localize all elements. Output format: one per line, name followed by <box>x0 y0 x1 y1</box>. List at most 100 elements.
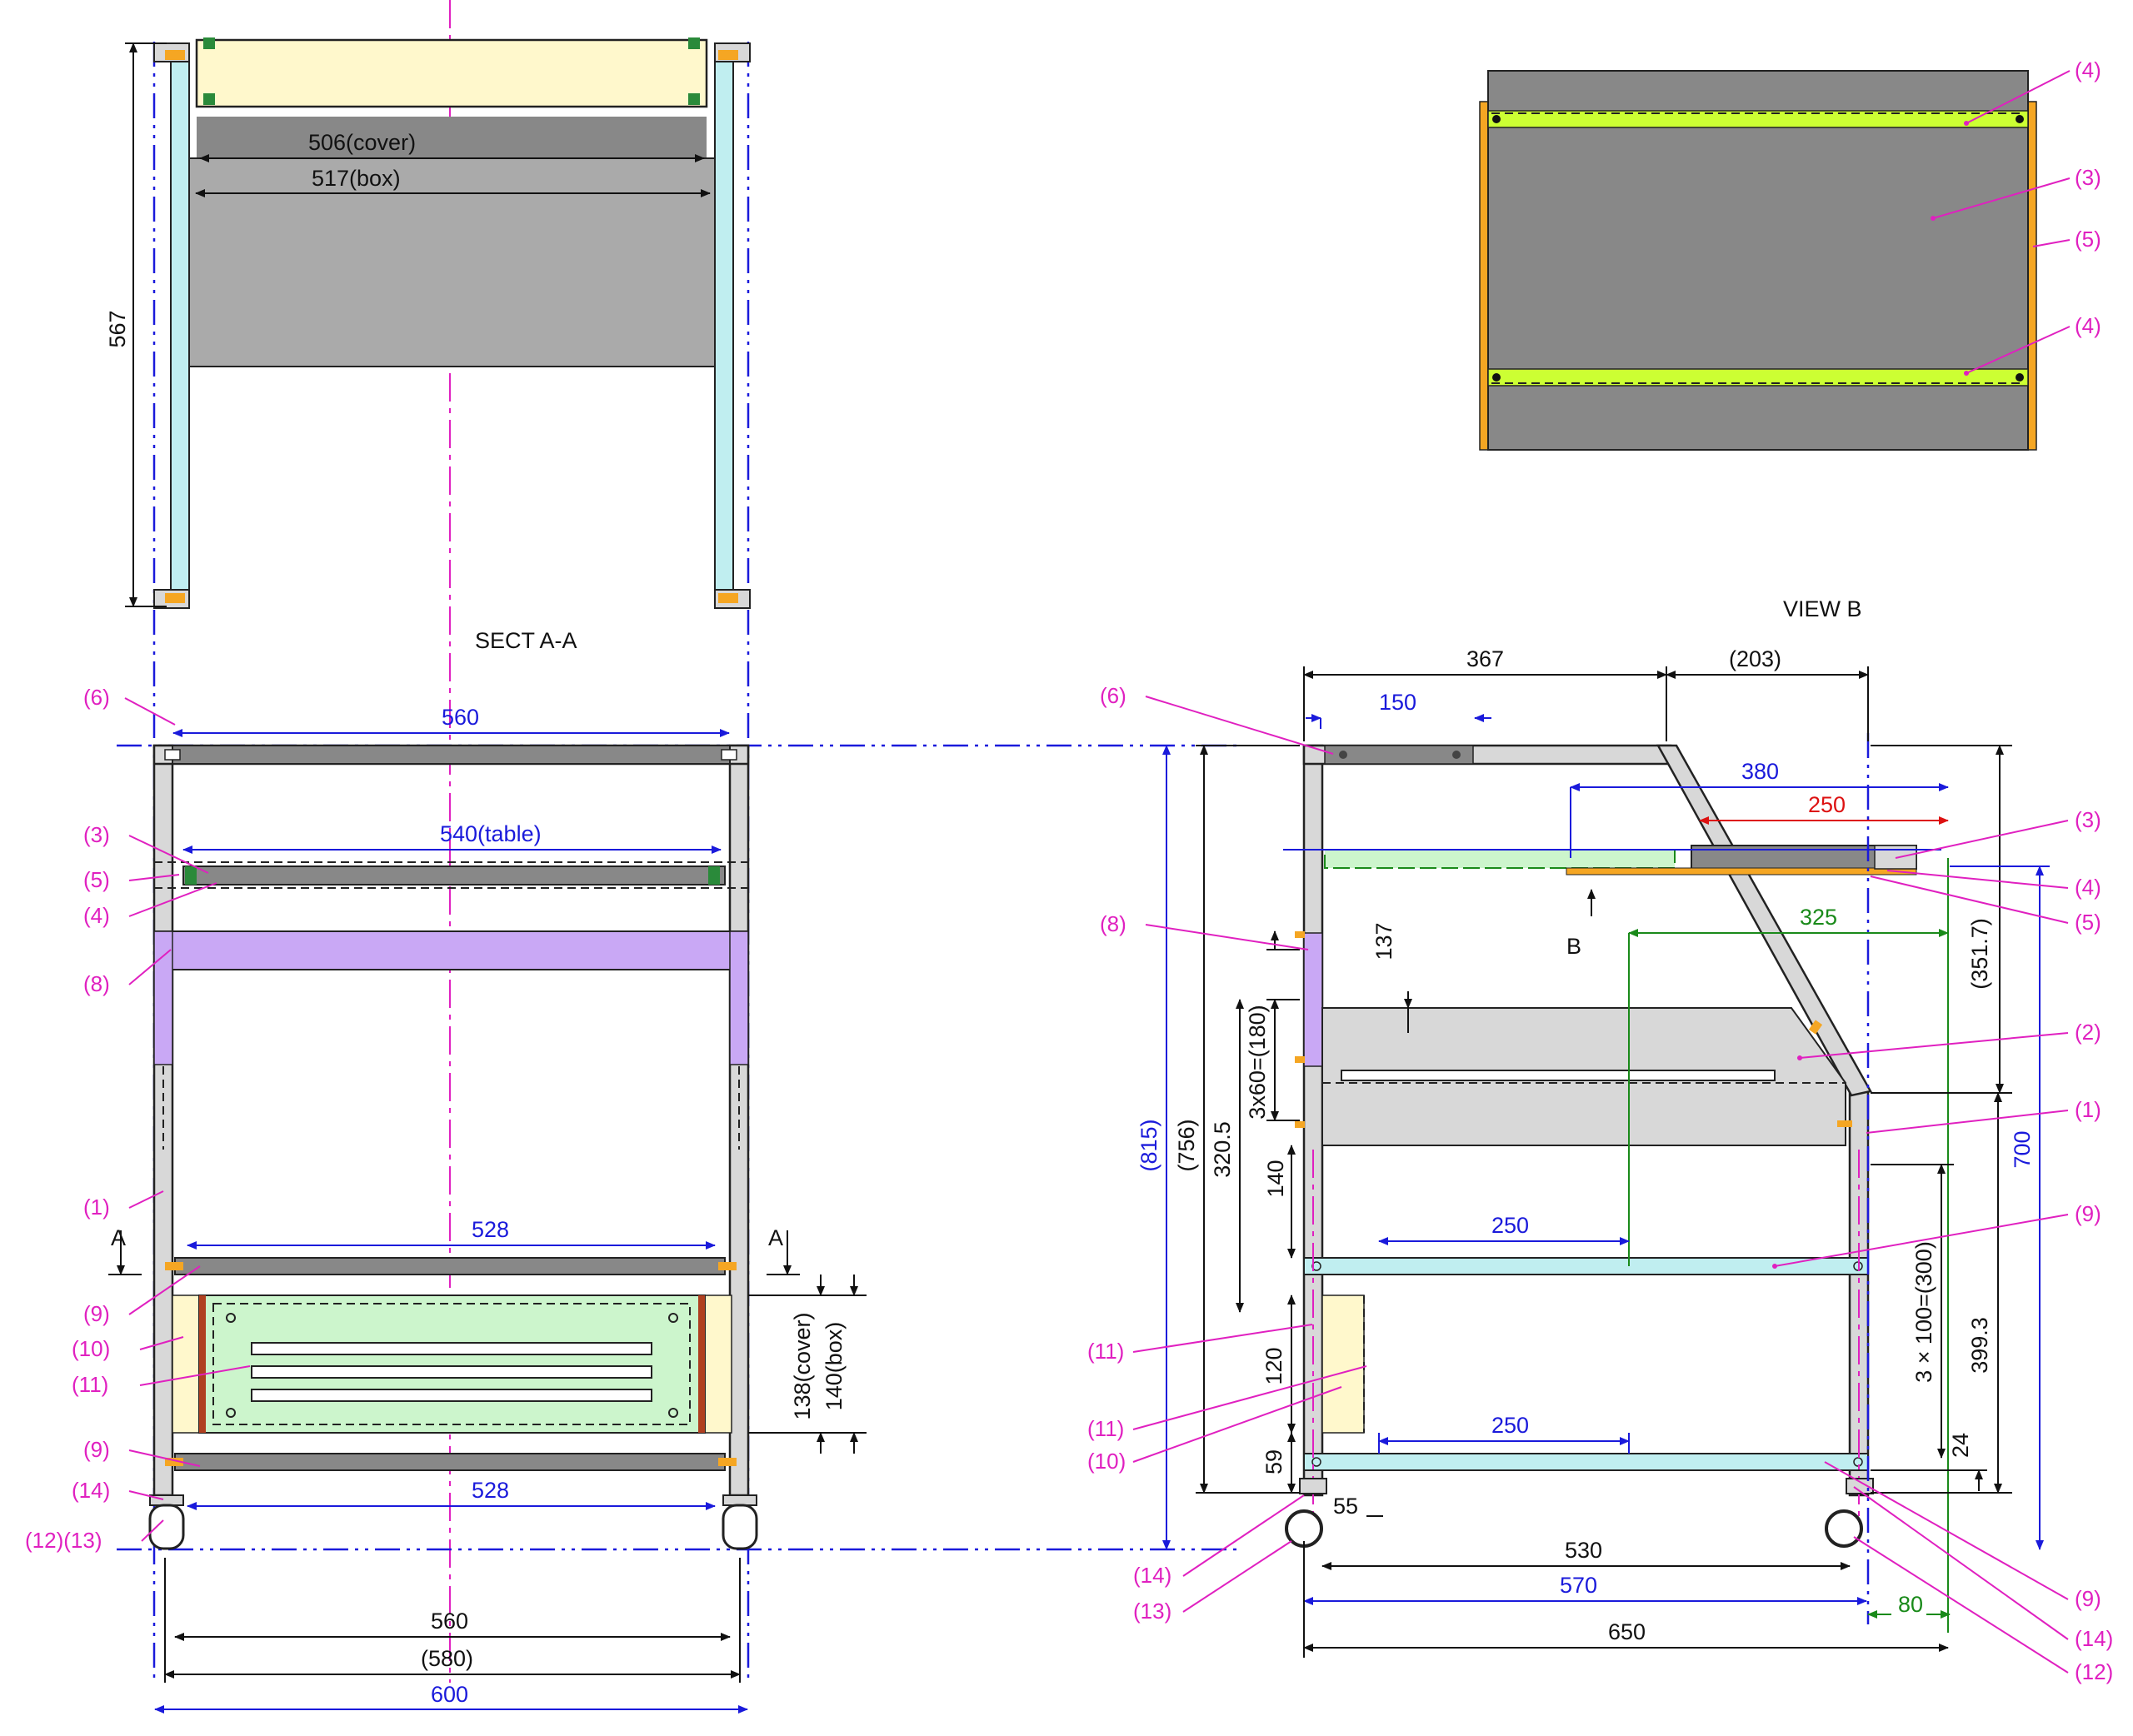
bracket <box>718 50 738 60</box>
label-5: (5) <box>2075 910 2101 935</box>
screw <box>203 37 215 49</box>
dim-cover-label: 506(cover) <box>308 130 416 155</box>
label-5: (5) <box>2075 227 2101 252</box>
dim-700: 700 <box>2010 1130 2035 1168</box>
label-9: (9) <box>83 1437 110 1462</box>
dim-24: 24 <box>1948 1433 1973 1458</box>
label-12: (12) <box>2075 1659 2113 1684</box>
leader-dot <box>1931 216 1936 221</box>
left-post-section <box>170 42 190 602</box>
rail-9-side-upper <box>1303 1257 1869 1275</box>
top-cover-6 <box>172 745 731 765</box>
shelf-8 <box>153 930 749 970</box>
leader-dot <box>1964 371 1969 376</box>
dim-570: 570 <box>1560 1573 1597 1598</box>
caster-wheel-12 <box>148 1504 185 1550</box>
dim-150: 150 <box>1379 690 1416 715</box>
table-ghost <box>1324 849 1676 869</box>
label-3: (3) <box>2075 807 2101 832</box>
label-4: (4) <box>2075 313 2101 338</box>
dim-203: (203) <box>1729 646 1781 671</box>
label-3: (3) <box>83 822 110 847</box>
caster-mount <box>722 1494 757 1506</box>
label-13: (13) <box>1133 1599 1171 1624</box>
box-side-10 <box>704 1295 732 1434</box>
screw <box>688 93 700 105</box>
bracket <box>165 593 185 603</box>
leader-dot <box>1964 121 1969 126</box>
dim-box-label: 517(box) <box>312 166 401 191</box>
label-10: (10) <box>72 1336 110 1361</box>
screw <box>2016 373 2024 382</box>
table-3 <box>182 866 726 885</box>
label-3: (3) <box>2075 165 2101 190</box>
label-8: (8) <box>83 971 110 996</box>
leader <box>1145 924 1309 950</box>
label-4: (4) <box>83 903 110 928</box>
bracket-8-side <box>1303 932 1323 1067</box>
cover-top-section <box>195 38 708 108</box>
bracket-8 <box>729 930 749 1065</box>
label-9: (9) <box>2075 1586 2101 1611</box>
box-side-10-11 <box>1321 1295 1365 1434</box>
dim-351-7: (351.7) <box>1967 918 1992 990</box>
dim-140: 140 <box>1263 1160 1288 1197</box>
dim-528-top: 528 <box>472 1217 509 1242</box>
dim-table: 540(table) <box>440 821 542 846</box>
engineering-drawing: 506(cover) 517(box) 567 SECT A-A (4) (3)… <box>25 0 2113 1714</box>
screw <box>2016 115 2024 123</box>
dim-height-label: 567 <box>105 310 130 347</box>
label-10: (10) <box>1087 1449 1126 1474</box>
dim-530: 530 <box>1565 1538 1602 1563</box>
label-11: (11) <box>1087 1339 1124 1364</box>
leader <box>2032 239 2071 247</box>
rail-end <box>708 866 720 885</box>
dim-756: (756) <box>1174 1119 1199 1171</box>
bracket <box>1295 1121 1305 1128</box>
label-4: (4) <box>2075 875 2101 900</box>
dim-320-5: 320.5 <box>1210 1121 1235 1178</box>
label-6: (6) <box>1100 683 1126 708</box>
label-14: (14) <box>72 1478 110 1503</box>
view-mark-b: B <box>1566 934 1581 959</box>
bracket <box>718 1458 737 1466</box>
screw <box>1452 751 1461 759</box>
dim-120: 120 <box>1261 1347 1286 1384</box>
label-4: (4) <box>2075 57 2101 82</box>
label-1: (1) <box>2075 1097 2101 1122</box>
dim-815: (815) <box>1136 1119 1161 1171</box>
bracket <box>1295 1056 1305 1063</box>
dim-528-bottom: 528 <box>472 1478 509 1503</box>
dim-560-top: 560 <box>442 705 479 730</box>
strip-5-side <box>1566 867 1917 875</box>
dim-59: 59 <box>1261 1449 1286 1474</box>
screw <box>688 37 700 49</box>
leader <box>1886 870 2069 889</box>
leader-dot <box>1797 1055 1802 1060</box>
corner-cap <box>721 749 737 761</box>
bracket <box>718 1262 737 1270</box>
box-side-10 <box>172 1295 200 1434</box>
label-11: (11) <box>72 1372 108 1397</box>
top-panel-view: (4) (3) (5) (4) VIEW B <box>1479 57 2101 621</box>
section-mark-a-left: A <box>111 1225 126 1250</box>
corner-cap <box>164 749 181 761</box>
dim-650: 650 <box>1608 1619 1646 1644</box>
dim-600: 600 <box>431 1682 468 1707</box>
screw <box>1339 751 1347 759</box>
dim-250-mid: 250 <box>1491 1213 1529 1238</box>
bracket <box>718 593 738 603</box>
label-12-13: (12)(13) <box>25 1528 102 1553</box>
section-mark-a-right: A <box>768 1225 783 1250</box>
rail-9-upper <box>174 1257 726 1275</box>
label-14: (14) <box>1133 1563 1171 1588</box>
bracket <box>1295 931 1305 938</box>
caster-mount <box>1299 1478 1327 1494</box>
leader <box>1853 1486 2069 1640</box>
rail-9-lower <box>174 1453 726 1471</box>
screw <box>1492 115 1501 123</box>
front-view: 560 540(table) 528 528 560 (580) 600 138… <box>25 685 1241 1714</box>
dim-cover-h: 138(cover) <box>790 1312 815 1419</box>
label-5: (5) <box>83 867 110 892</box>
handle-slot <box>1341 1070 1776 1081</box>
